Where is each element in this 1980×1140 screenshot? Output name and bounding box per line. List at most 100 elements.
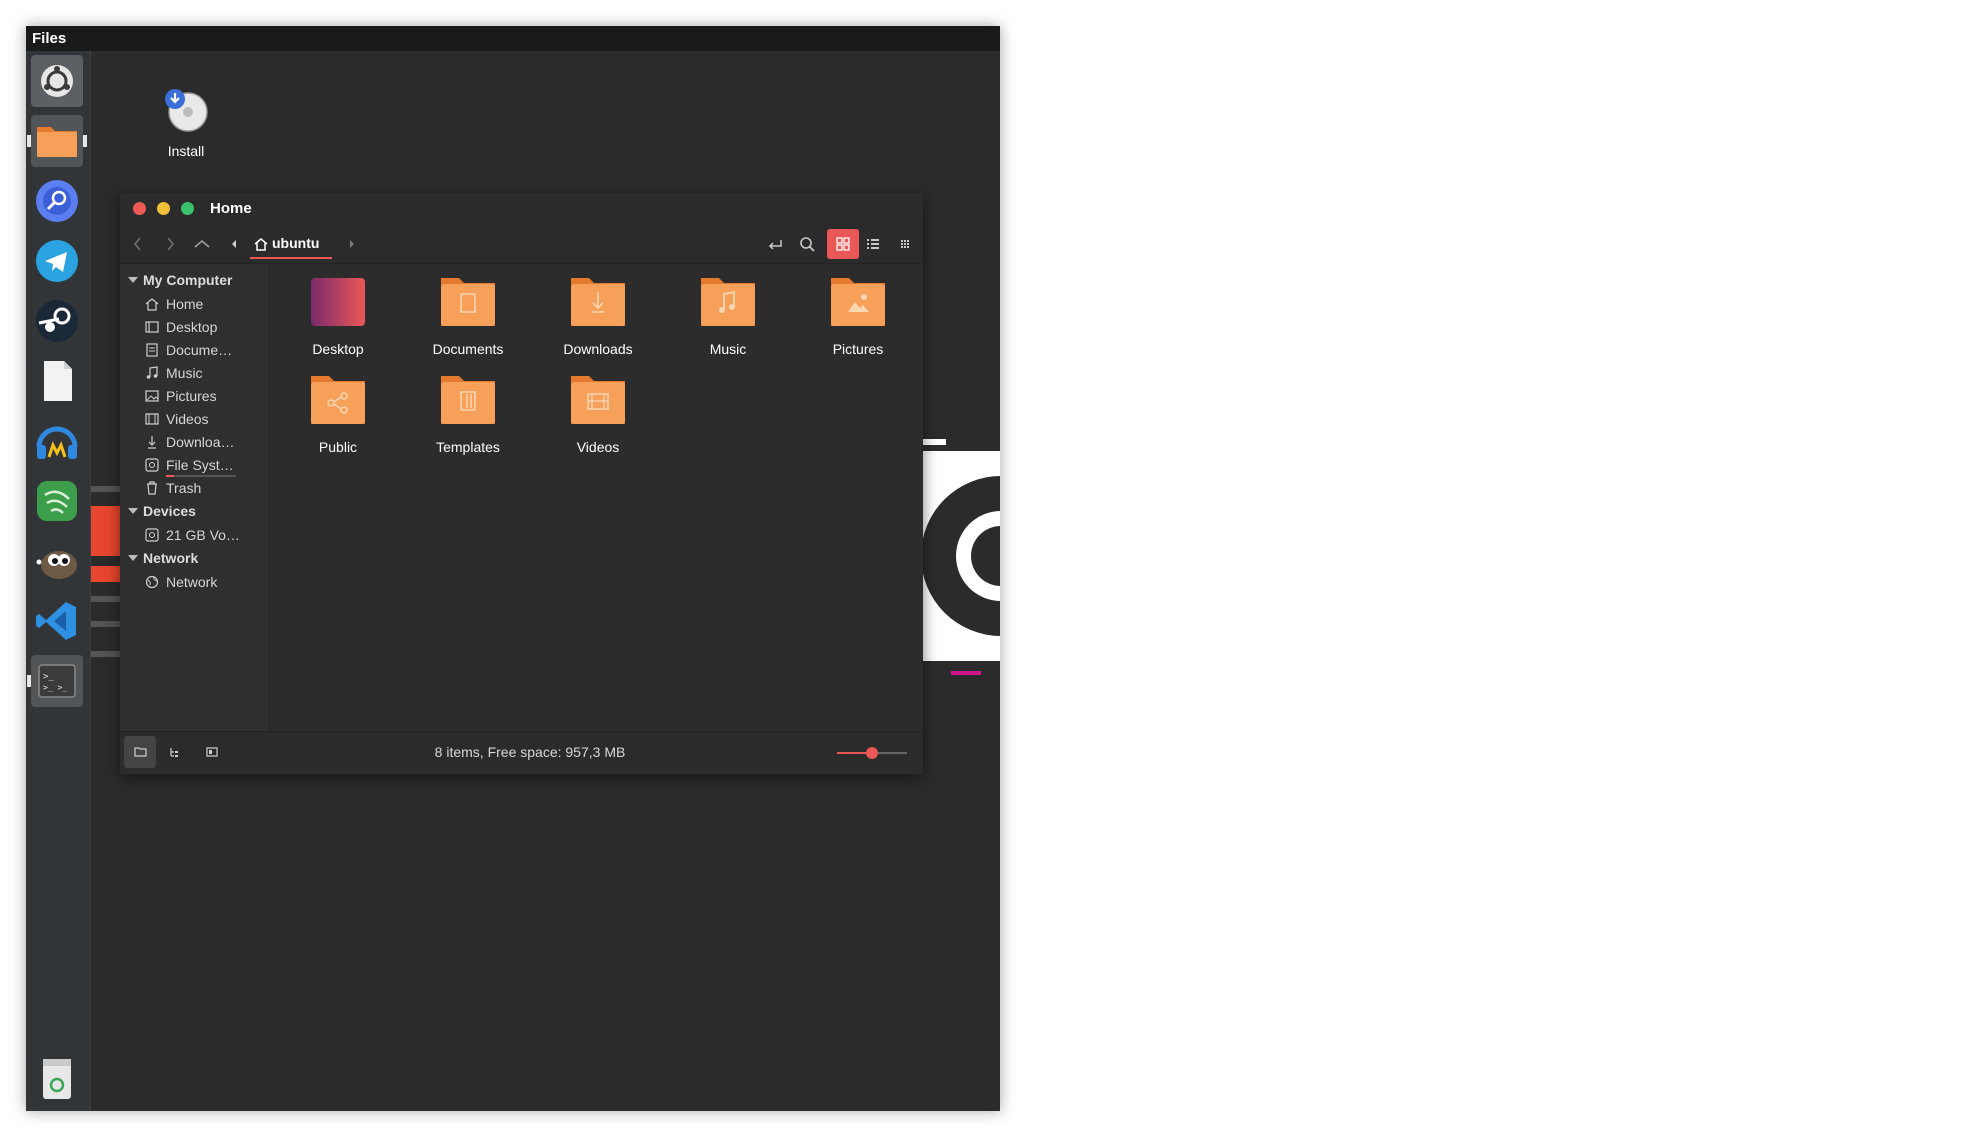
screen: Files >_ >_ >_ Install Home ubuntu My Co… bbox=[26, 26, 1000, 1111]
section-title: My Computer bbox=[143, 272, 233, 288]
file-item-pictures[interactable]: Pictures bbox=[803, 274, 913, 357]
compact-view-button[interactable] bbox=[893, 233, 917, 255]
icon-view-icon bbox=[836, 237, 850, 251]
launcher-browser[interactable] bbox=[31, 175, 83, 227]
minimize-button[interactable] bbox=[157, 202, 170, 215]
desktop-icon bbox=[145, 321, 159, 333]
tree-icon bbox=[170, 748, 178, 757]
forward-button[interactable] bbox=[158, 233, 182, 255]
file-item-desktop[interactable]: Desktop bbox=[283, 274, 393, 357]
network-icon bbox=[145, 575, 159, 589]
file-item-music[interactable]: Music bbox=[673, 274, 783, 357]
back-button[interactable] bbox=[126, 233, 150, 255]
sidebar-item-label: Downloa… bbox=[166, 434, 235, 450]
sidebar-item-label: Videos bbox=[166, 411, 209, 427]
templates-folder-icon bbox=[441, 376, 495, 424]
videos-folder-icon bbox=[571, 376, 625, 424]
launcher-green-app[interactable] bbox=[31, 475, 83, 527]
file-label: Pictures bbox=[832, 341, 884, 357]
list-view-icon bbox=[867, 239, 879, 249]
vscode-icon bbox=[36, 602, 76, 640]
trash-icon bbox=[43, 1059, 71, 1099]
chevron-left-icon bbox=[232, 240, 236, 248]
toggle-sidebar-button[interactable] bbox=[196, 736, 228, 768]
headphones-icon bbox=[36, 426, 78, 459]
video-icon bbox=[145, 413, 159, 425]
trash-icon bbox=[147, 481, 157, 495]
breadcrumb-underline bbox=[250, 257, 332, 259]
zoom-slider-handle[interactable] bbox=[866, 747, 878, 759]
launcher-ubuntu-settings[interactable] bbox=[31, 55, 83, 107]
install-disk-icon bbox=[165, 89, 208, 132]
file-item-public[interactable]: Public bbox=[283, 372, 393, 455]
running-indicator bbox=[27, 675, 31, 687]
file-item-downloads[interactable]: Downloads bbox=[543, 274, 653, 357]
show-places-button[interactable] bbox=[124, 736, 156, 768]
sidebar-item-label: Trash bbox=[166, 480, 202, 496]
sidebar-toggle-icon bbox=[206, 747, 218, 757]
file-item-templates[interactable]: Templates bbox=[413, 372, 523, 455]
sidebar-item-label: File Syst… bbox=[166, 457, 234, 473]
wallpaper-logo bbox=[921, 439, 1000, 675]
focus-indicator bbox=[83, 135, 87, 147]
file-label: Downloads bbox=[563, 341, 633, 357]
folder-outline-icon bbox=[134, 747, 147, 757]
drive-icon bbox=[145, 458, 159, 472]
public-folder-icon bbox=[311, 376, 365, 424]
statusbar: 8 items, Free space: 957,3 MB bbox=[120, 731, 923, 774]
green-app-icon bbox=[37, 481, 77, 521]
launcher-steam[interactable] bbox=[31, 295, 83, 347]
back-icon bbox=[133, 237, 141, 251]
sidebar-item-label: Pictures bbox=[166, 388, 217, 404]
toolbar: ubuntu bbox=[120, 225, 923, 264]
icon-view-button[interactable] bbox=[827, 229, 859, 259]
drive-icon bbox=[145, 528, 159, 542]
chevron-right-icon bbox=[350, 240, 354, 248]
launcher-telegram[interactable] bbox=[31, 235, 83, 287]
home-icon bbox=[254, 238, 268, 251]
window-titlebar[interactable]: Home bbox=[120, 193, 923, 225]
pictures-folder-icon bbox=[831, 278, 885, 326]
window-title: Home bbox=[210, 200, 252, 217]
file-label: Templates bbox=[436, 439, 500, 455]
documents-folder-icon bbox=[441, 278, 495, 326]
show-treeview-button[interactable] bbox=[160, 736, 192, 768]
launcher-files[interactable] bbox=[27, 115, 87, 167]
sidebar-section-network[interactable]: Network bbox=[128, 550, 198, 566]
document-icon bbox=[44, 361, 72, 401]
usage-bar bbox=[166, 475, 236, 477]
file-item-documents[interactable]: Documents bbox=[413, 274, 523, 357]
launcher-terminal[interactable]: >_ >_ >_ bbox=[27, 655, 83, 707]
telegram-icon bbox=[36, 240, 78, 282]
close-button[interactable] bbox=[133, 202, 146, 215]
toggle-location-button[interactable] bbox=[763, 233, 787, 255]
folder-icon bbox=[37, 127, 77, 157]
breadcrumb-right[interactable] bbox=[345, 233, 359, 255]
desktop-icon-install[interactable]: Install bbox=[146, 86, 226, 159]
downloads-folder-icon bbox=[571, 278, 625, 326]
sidebar-item-label: Music bbox=[166, 365, 203, 381]
launcher-audacious[interactable] bbox=[31, 415, 83, 467]
file-item-videos[interactable]: Videos bbox=[543, 372, 653, 455]
maximize-button[interactable] bbox=[181, 202, 194, 215]
launcher-trash[interactable] bbox=[31, 1051, 83, 1103]
zoom-slider[interactable] bbox=[837, 747, 907, 759]
expander-icon bbox=[128, 508, 138, 514]
breadcrumb-left[interactable] bbox=[227, 233, 241, 255]
file-label: Videos bbox=[576, 439, 620, 455]
download-icon bbox=[148, 436, 156, 449]
launcher-text-editor[interactable] bbox=[31, 355, 83, 407]
file-label: Desktop bbox=[312, 341, 364, 357]
section-title: Network bbox=[143, 550, 199, 566]
desktop-folder-icon bbox=[311, 278, 365, 326]
launcher: >_ >_ >_ bbox=[26, 51, 91, 1111]
search-button[interactable] bbox=[795, 233, 819, 255]
sidebar-section-devices[interactable]: Devices bbox=[128, 503, 196, 519]
sidebar-section-my-computer[interactable]: My Computer bbox=[128, 272, 232, 288]
list-view-button[interactable] bbox=[861, 233, 885, 255]
sidebar-item-label: Network bbox=[166, 574, 218, 590]
launcher-vscode[interactable] bbox=[31, 595, 83, 647]
launcher-gimp[interactable] bbox=[31, 535, 83, 587]
up-button[interactable] bbox=[190, 233, 214, 255]
picture-icon bbox=[145, 390, 159, 402]
